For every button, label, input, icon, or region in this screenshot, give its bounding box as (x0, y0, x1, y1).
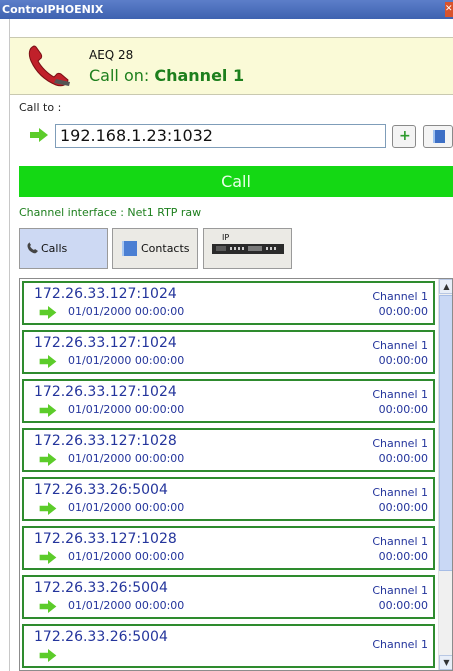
call-duration: 00:00:00 (378, 305, 428, 318)
tab-ip-device[interactable]: IP (203, 228, 292, 269)
call-datetime: 01/01/2000 00:00:00 (68, 599, 185, 612)
call-channel: Channel 1 (372, 339, 428, 352)
arrow-right-icon (39, 600, 57, 613)
arrow-right-icon (39, 355, 57, 368)
call-address: 172.26.33.26:5004 (34, 580, 168, 596)
call-duration: 00:00:00 (378, 452, 428, 465)
call-status-prefix: Call on: (89, 66, 155, 85)
call-address: 172.26.33.127:1028 (34, 531, 177, 547)
plus-icon: + (399, 128, 411, 144)
device-name: AEQ 28 (89, 48, 134, 62)
left-divider (9, 19, 10, 671)
call-channel: Channel 1 (372, 437, 428, 450)
phone-handset-icon (28, 45, 70, 87)
list-item[interactable]: 172.26.33.127:1028 Channel 1 01/01/2000 … (22, 526, 435, 570)
scroll-up-icon[interactable]: ▲ (439, 279, 452, 294)
list-item[interactable]: 172.26.33.127:1028 Channel 1 01/01/2000 … (22, 428, 435, 472)
call-status-panel: AEQ 28 Call on: Channel 1 (10, 37, 453, 95)
tab-contacts-label: Contacts (141, 242, 190, 255)
call-address: 172.26.33.127:1028 (34, 433, 177, 449)
arrow-right-icon (30, 128, 48, 142)
call-channel: Channel 1 (372, 535, 428, 548)
close-icon[interactable]: ✕ (445, 2, 453, 17)
arrow-right-icon (39, 551, 57, 564)
call-duration: 00:00:00 (378, 550, 428, 563)
arrow-right-icon (39, 453, 57, 466)
tab-contacts[interactable]: Contacts (112, 228, 198, 269)
call-channel: Channel 1 (154, 66, 245, 85)
scrollbar[interactable]: ▲ ▼ (438, 279, 452, 670)
call-channel: Channel 1 (372, 388, 428, 401)
call-address: 172.26.33.26:5004 (34, 482, 168, 498)
arrow-right-icon (39, 649, 57, 662)
call-datetime: 01/01/2000 00:00:00 (68, 452, 185, 465)
scroll-down-icon[interactable]: ▼ (439, 655, 452, 670)
channel-interface-label: Channel interface : Net1 RTP raw (19, 206, 202, 219)
tab-calls-label: Calls (41, 242, 68, 255)
arrow-right-icon (39, 306, 57, 319)
call-datetime: 01/01/2000 00:00:00 (68, 354, 185, 367)
arrow-right-icon (39, 404, 57, 417)
call-datetime: 01/01/2000 00:00:00 (68, 550, 185, 563)
contacts-icon (122, 241, 137, 256)
list-item[interactable]: 172.26.33.26:5004 Channel 1 01/01/2000 0… (22, 477, 435, 521)
scrollbar-thumb[interactable] (439, 295, 452, 571)
call-duration: 00:00:00 (378, 403, 428, 416)
call-channel: Channel 1 (372, 584, 428, 597)
list-item[interactable]: 172.26.33.127:1024 Channel 1 01/01/2000 … (22, 281, 435, 325)
call-duration: 00:00:00 (378, 501, 428, 514)
call-address: 172.26.33.127:1024 (34, 384, 177, 400)
ip-label: IP (222, 233, 230, 242)
address-book-button[interactable] (423, 125, 453, 148)
call-address: 172.26.33.26:5004 (34, 629, 168, 645)
call-duration: 00:00:00 (378, 354, 428, 367)
tab-calls[interactable]: Calls (19, 228, 108, 269)
rack-device-icon (212, 244, 284, 254)
call-datetime: 01/01/2000 00:00:00 (68, 403, 185, 416)
call-status: Call on: Channel 1 (89, 66, 244, 85)
call-channel: Channel 1 (372, 486, 428, 499)
address-book-icon (433, 130, 445, 143)
call-datetime: 01/01/2000 00:00:00 (68, 305, 185, 318)
call-address: 172.26.33.127:1024 (34, 286, 177, 302)
window-title: ControlPHOENIX (2, 3, 104, 16)
call-datetime: 01/01/2000 00:00:00 (68, 501, 185, 514)
call-duration: 00:00:00 (378, 599, 428, 612)
list-item[interactable]: 172.26.33.127:1024 Channel 1 01/01/2000 … (22, 330, 435, 374)
arrow-right-icon (39, 502, 57, 515)
call-button[interactable]: Call (19, 166, 453, 197)
list-item[interactable]: 172.26.33.26:5004 Channel 1 01/01/2000 0… (22, 575, 435, 619)
call-to-label: Call to : (19, 101, 62, 114)
list-item[interactable]: 172.26.33.26:5004 Channel 1 (22, 624, 435, 668)
calls-list: 172.26.33.127:1024 Channel 1 01/01/2000 … (19, 278, 453, 671)
call-to-input[interactable]: 192.168.1.23:1032 (55, 124, 386, 148)
call-channel: Channel 1 (372, 290, 428, 303)
call-address: 172.26.33.127:1024 (34, 335, 177, 351)
phone-icon (27, 242, 38, 254)
add-contact-button[interactable]: + (392, 125, 416, 148)
call-channel: Channel 1 (372, 638, 428, 651)
title-bar: ControlPHOENIX ✕ (0, 0, 453, 19)
list-item[interactable]: 172.26.33.127:1024 Channel 1 01/01/2000 … (22, 379, 435, 423)
